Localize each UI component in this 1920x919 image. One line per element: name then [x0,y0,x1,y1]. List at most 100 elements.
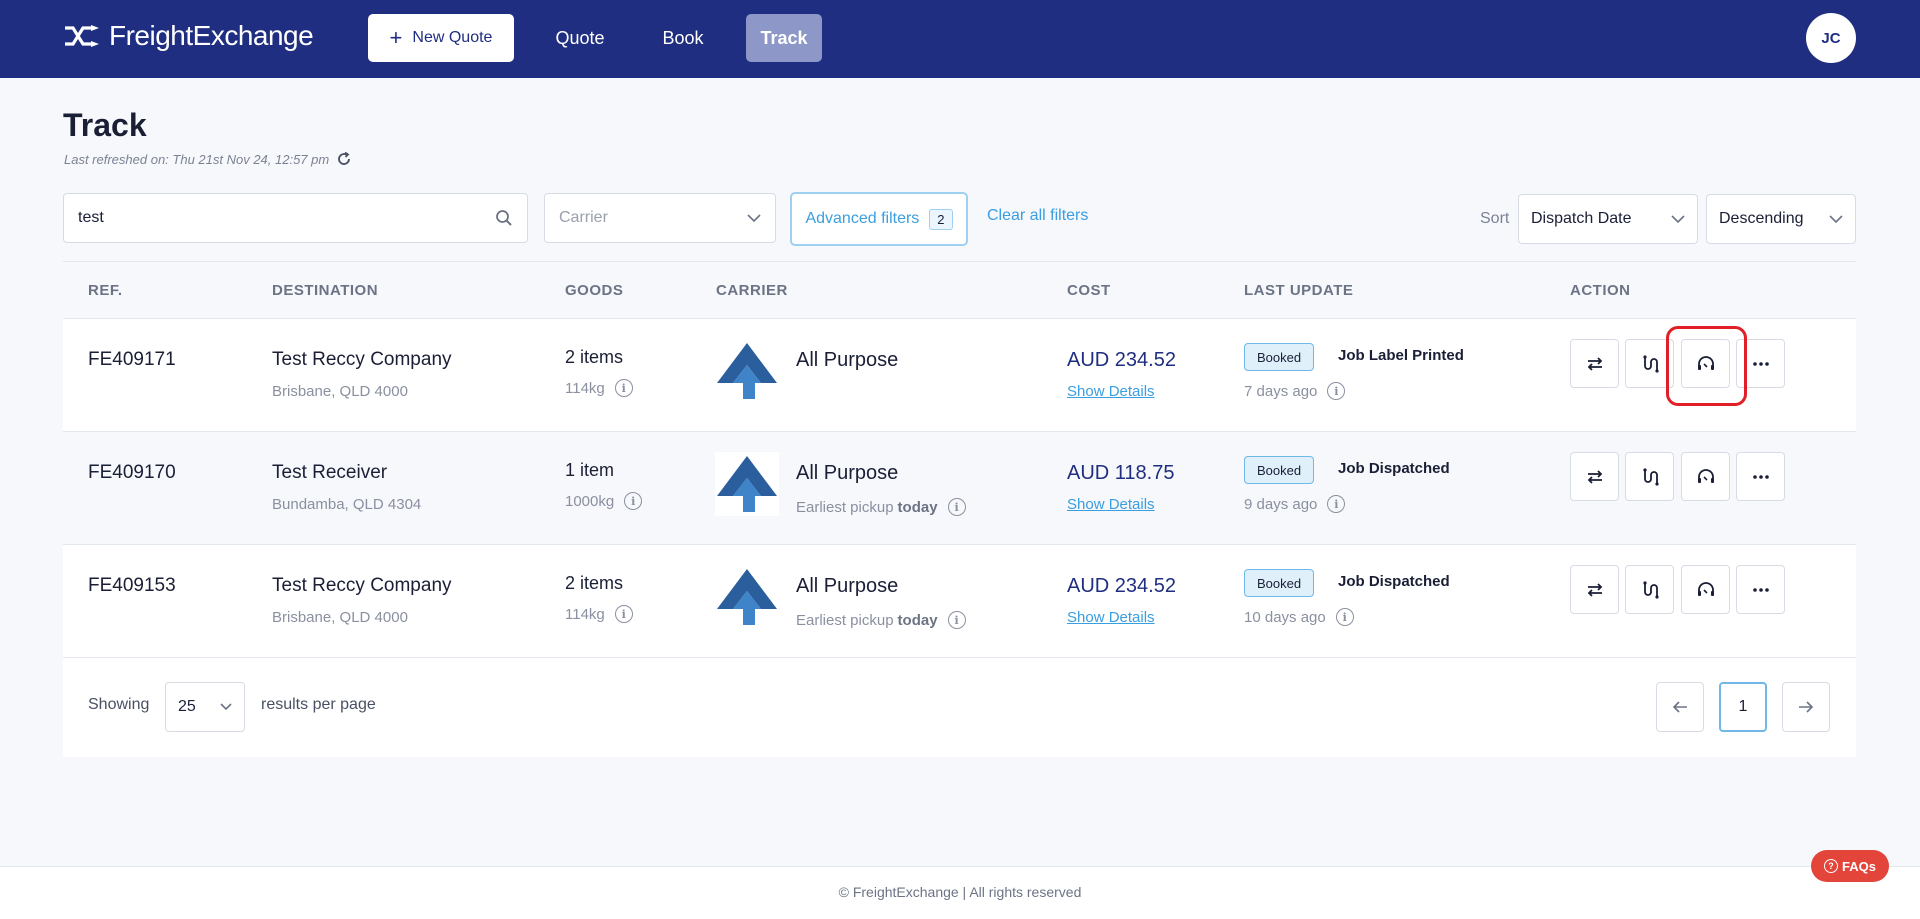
swap-arrows-icon [1587,356,1602,371]
page-number-button[interactable]: 1 [1719,682,1767,732]
shipment-ref[interactable]: FE409171 [88,349,176,371]
advanced-filters-button[interactable]: Advanced filters 2 [790,192,968,246]
goods-weight: 1000kg i [565,492,643,510]
more-options-button[interactable] [1736,565,1785,614]
repeat-button[interactable] [1570,339,1619,388]
info-icon[interactable]: i [947,611,966,629]
destination-address: Bundamba, QLD 4304 [272,496,422,513]
faqs-button[interactable]: ? FAQs [1811,850,1889,882]
nav-track[interactable]: Track [746,14,822,62]
goods-weight-value: 114kg [565,379,605,397]
brand-logo[interactable]: FreightExchange [63,20,314,52]
per-page-select[interactable]: 25 [165,682,245,732]
route-button[interactable] [1625,565,1674,614]
more-options-button[interactable] [1736,452,1785,501]
route-button[interactable] [1625,452,1674,501]
last-refreshed: Last refreshed on: Thu 21st Nov 24, 12:5… [64,151,352,167]
chevron-down-icon [1671,214,1685,223]
show-details-link[interactable]: Show Details [1067,609,1155,626]
repeat-button[interactable] [1570,565,1619,614]
goods-weight-value: 1000kg [565,492,615,510]
update-age: 9 days ago i [1244,495,1346,513]
carrier-logo-icon [717,569,777,625]
route-icon [1642,467,1659,486]
table-header: REF. DESTINATION GOODS CARRIER COST LAST… [63,261,1856,319]
col-goods: GOODS [565,282,624,299]
sort-label: Sort [1480,210,1510,227]
clear-filters-link[interactable]: Clear all filters [987,207,1088,225]
nav-book[interactable]: Book [645,14,721,62]
goods-weight-value: 114kg [565,605,605,623]
route-icon [1642,354,1659,373]
search-input[interactable]: test [63,193,528,243]
highlight-box [1666,326,1747,406]
shipment-ref[interactable]: FE409153 [88,575,176,597]
status-text: Job Dispatched [1338,460,1450,477]
next-page-button[interactable] [1782,682,1830,732]
carrier-placeholder: Carrier [559,209,608,226]
advanced-filters-count: 2 [929,208,953,230]
chevron-down-icon [747,213,761,222]
nav-quote[interactable]: Quote [540,14,620,62]
destination-address: Brisbane, QLD 4000 [272,609,408,626]
arrow-left-icon [1672,701,1687,713]
carrier-logo-icon [717,343,777,399]
carrier-name: All Purpose [796,575,899,597]
update-age-value: 7 days ago [1244,382,1318,400]
more-horizontal-icon [1752,474,1769,479]
shipment-ref[interactable]: FE409170 [88,462,176,484]
sort-field-select[interactable]: Dispatch Date [1518,194,1698,244]
repeat-button[interactable] [1570,452,1619,501]
update-age-value: 10 days ago [1244,608,1326,626]
support-button[interactable] [1681,452,1730,501]
carrier-logo-icon [715,452,779,516]
search-icon[interactable] [495,209,513,227]
destination-address: Brisbane, QLD 4000 [272,383,408,400]
carrier-select[interactable]: Carrier [544,193,776,243]
table-row[interactable]: FE409171 Test Reccy Company Brisbane, QL… [63,319,1856,432]
more-horizontal-icon [1752,587,1769,592]
earliest-pickup: Earliest pickup today i [796,611,966,629]
faqs-label: FAQs [1842,858,1876,874]
more-horizontal-icon [1752,361,1769,366]
info-icon[interactable]: i [614,605,633,623]
new-quote-button[interactable]: + New Quote [368,14,514,62]
swap-arrows-icon [1587,582,1602,597]
carrier-name: All Purpose [796,349,899,371]
info-icon[interactable]: i [614,379,633,397]
goods-count: 1 item [565,460,615,480]
goods-weight: 114kg i [565,605,633,623]
per-page-value: 25 [178,698,196,715]
earliest-pickup: Earliest pickup today i [796,498,966,516]
update-age-value: 9 days ago [1244,495,1318,513]
sort-order-select[interactable]: Descending [1706,194,1856,244]
info-icon[interactable]: i [624,492,643,510]
col-last-update: LAST UPDATE [1244,282,1354,299]
headset-icon [1697,468,1714,483]
swap-arrows-icon [1587,469,1602,484]
headset-icon [1697,581,1714,596]
footer: © FreightExchange | All rights reserved [0,866,1920,919]
col-carrier: CARRIER [716,282,788,299]
sort-field-value: Dispatch Date [1531,210,1632,227]
showing-label: Showing [88,696,150,713]
top-navbar: FreightExchange + New Quote Quote Book T… [0,0,1920,78]
info-icon[interactable]: i [1327,495,1346,513]
user-avatar[interactable]: JC [1806,13,1856,63]
info-icon[interactable]: i [947,498,966,516]
show-details-link[interactable]: Show Details [1067,496,1155,513]
table-row[interactable]: FE409153 Test Reccy Company Brisbane, QL… [63,545,1856,658]
show-details-link[interactable]: Show Details [1067,383,1155,400]
new-quote-label: New Quote [412,29,493,46]
results-per-page-label: results per page [261,696,376,713]
goods-weight: 114kg i [565,379,633,397]
info-icon[interactable]: i [1335,608,1354,626]
prev-page-button[interactable] [1656,682,1704,732]
freightexchange-logo-icon [65,25,99,47]
table-row[interactable]: FE409170 Test Receiver Bundamba, QLD 430… [63,432,1856,545]
support-button[interactable] [1681,565,1730,614]
refresh-icon[interactable] [336,151,352,167]
last-refreshed-text: Last refreshed on: Thu 21st Nov 24, 12:5… [64,151,330,167]
carrier-name: All Purpose [796,462,899,484]
info-icon[interactable]: i [1327,382,1346,400]
